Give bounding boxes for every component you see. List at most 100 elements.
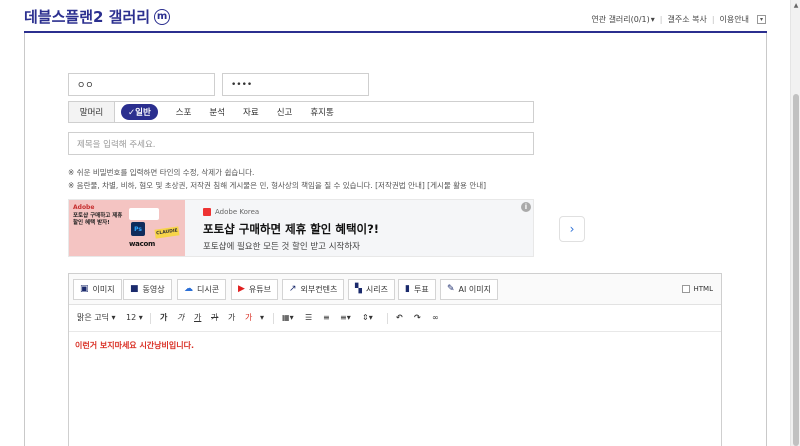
- insert-youtube-button[interactable]: ▶ 유튜브: [231, 279, 279, 300]
- post-title-input[interactable]: 제목을 입력해 주세요.: [68, 132, 534, 155]
- minor-gallery-badge-icon: m: [154, 8, 171, 25]
- gallery-title[interactable]: 데블스플랜2 갤러리 m: [24, 6, 171, 27]
- ad-sponsor-name: Adobe Korea: [215, 208, 260, 216]
- ad-image-badge: CLAUDIE: [154, 226, 180, 239]
- font-size-value: 12: [126, 313, 137, 322]
- ai-image-icon: ✎: [447, 284, 455, 294]
- nickname-input[interactable]: ㅇㅇ: [68, 73, 215, 96]
- html-mode-toggle[interactable]: HTML: [681, 285, 713, 293]
- image-icon: ▣: [80, 284, 89, 294]
- insert-dccon-label: 디시콘: [197, 285, 220, 294]
- align-icon[interactable]: ≡▾: [340, 313, 351, 323]
- ad-sponsor: Adobe Korea: [203, 208, 259, 216]
- ad-image-product: wacom: [129, 240, 155, 248]
- ad-image-headline: 포토샵 구매하고 제휴 할인 혜택 받자!: [73, 213, 123, 226]
- adobe-logo-icon: [203, 208, 211, 216]
- ad-cta-arrow-icon[interactable]: ›: [559, 216, 585, 242]
- ad-image-brand: Adobe: [73, 204, 95, 211]
- scroll-thumb[interactable]: [793, 94, 799, 446]
- category-tab-analysis[interactable]: 분석: [209, 106, 225, 118]
- category-tab-general[interactable]: ✓일반: [121, 104, 158, 120]
- ad-image-card: [129, 208, 159, 220]
- editor-attach-toolbar: ▣ 이미지 ■ 동영상 ☁ 디시콘 ▶ 유튜브 ↗ 외부컨텐츠 ▚ 시리즈 ▮ …: [69, 274, 721, 305]
- post-category-selector: 말머리 ✓일반 스포 분석 자료 신고 휴지통: [68, 101, 534, 123]
- menu-toggle-icon[interactable]: ▾: [757, 15, 766, 24]
- password-input[interactable]: ••••: [222, 73, 369, 96]
- guide-link[interactable]: 이용안내: [720, 14, 749, 25]
- toolbar-divider: [273, 313, 274, 324]
- category-tab-spoiler[interactable]: 스포: [176, 106, 192, 118]
- youtube-icon: ▶: [238, 284, 245, 294]
- font-family-select[interactable]: 맑은 고딕 ▾: [77, 313, 116, 323]
- font-family-value: 맑은 고딕: [77, 313, 109, 322]
- related-gallery-arrow-icon[interactable]: ▾: [651, 15, 655, 24]
- category-tab-report[interactable]: 신고: [277, 106, 293, 118]
- insert-dccon-button[interactable]: ☁ 디시콘: [177, 279, 227, 300]
- ad-banner[interactable]: Adobe 포토샵 구매하고 제휴 할인 혜택 받자! Ps CLAUDIE w…: [68, 199, 585, 257]
- page-scrollbar[interactable]: ▲: [790, 0, 800, 446]
- ad-subtitle: 포토샵에 필요한 모든 것 할인 받고 시작하자: [203, 242, 360, 252]
- toolbar-divider: [387, 313, 388, 324]
- underline-button[interactable]: 가: [194, 313, 201, 323]
- font-size-select[interactable]: 12 ▾: [126, 313, 143, 323]
- html-checkbox[interactable]: [681, 285, 690, 293]
- insert-poll-label: 투표: [413, 285, 429, 294]
- video-icon: ■: [130, 284, 139, 294]
- external-link-icon: ↗: [289, 284, 297, 294]
- editor-content[interactable]: 이런거 보지마세요 시간낭비입니다.: [75, 340, 194, 351]
- ad-title[interactable]: 포토샵 구매하면 제휴 할인 혜택이?!: [203, 221, 379, 237]
- insert-ai-image-label: AI 이미지: [458, 285, 492, 294]
- insert-poll-button[interactable]: ▮ 투표: [398, 279, 436, 300]
- related-gallery-link[interactable]: 연관 갤러리(0/1): [591, 14, 649, 25]
- editor-format-toolbar: 맑은 고딕 ▾ 12 ▾ 가 가 가 가 가 가 ▾ ▦▾ ☰ ≡ ≡▾ ⇕▾ …: [69, 305, 721, 332]
- bold-button[interactable]: 가: [160, 313, 167, 323]
- top-links: 연관 갤러리(0/1) ▾ | 갤주소 복사 | 이용안내 ▾: [591, 14, 766, 25]
- redo-icon[interactable]: ↷: [414, 313, 421, 323]
- post-title-placeholder: 제목을 입력해 주세요.: [77, 139, 156, 150]
- insert-ai-image-button[interactable]: ✎ AI 이미지: [440, 279, 499, 300]
- link-icon[interactable]: ∞: [432, 313, 439, 323]
- scroll-up-icon[interactable]: ▲: [792, 2, 800, 10]
- category-label: 말머리: [69, 102, 115, 122]
- strikethrough-button[interactable]: 가: [211, 313, 218, 323]
- line-height-icon[interactable]: ⇕▾: [362, 313, 373, 323]
- font-color-button[interactable]: 가: [245, 313, 252, 323]
- insert-external-content-label: 외부컨텐츠: [300, 285, 338, 294]
- category-tab-material[interactable]: 자료: [243, 106, 259, 118]
- font-color-chevron-down-icon[interactable]: ▾: [260, 313, 264, 323]
- insert-external-content-button[interactable]: ↗ 외부컨텐츠: [282, 279, 345, 300]
- post-editor: ▣ 이미지 ■ 동영상 ☁ 디시콘 ▶ 유튜브 ↗ 외부컨텐츠 ▚ 시리즈 ▮ …: [68, 273, 722, 446]
- category-tab-trash[interactable]: 휴지통: [310, 106, 333, 118]
- ad-image[interactable]: Adobe 포토샵 구매하고 제휴 할인 혜택 받자! Ps CLAUDIE w…: [69, 200, 185, 256]
- poll-icon: ▮: [405, 284, 410, 294]
- photoshop-logo-icon: Ps: [131, 222, 145, 236]
- separator: |: [711, 15, 715, 24]
- ad-info-icon[interactable]: i: [521, 202, 531, 212]
- table-grid-icon[interactable]: ▦▾: [282, 313, 294, 323]
- dccon-icon: ☁: [184, 284, 193, 294]
- bullet-list-icon[interactable]: ☰: [305, 313, 312, 323]
- insert-image-button[interactable]: ▣ 이미지: [73, 279, 122, 300]
- italic-button[interactable]: 가: [177, 313, 184, 323]
- insert-series-button[interactable]: ▚ 시리즈: [348, 279, 396, 300]
- copy-gallery-url-link[interactable]: 갤주소 복사: [668, 14, 707, 25]
- password-notice: ※ 쉬운 비밀번호를 입력하면 타인의 수정, 삭제가 쉽습니다.: [68, 168, 255, 177]
- html-label: HTML: [693, 285, 713, 293]
- highlight-button[interactable]: 가: [228, 313, 235, 323]
- insert-youtube-label: 유튜브: [248, 285, 272, 294]
- top-header: 데블스플랜2 갤러리 m 연관 갤러리(0/1) ▾ | 갤주소 복사 | 이용…: [0, 0, 790, 32]
- legal-notice: ※ 음란물, 차별, 비하, 혐오 및 초상권, 저작권 침해 게시물은 민, …: [68, 181, 487, 190]
- series-icon: ▚: [355, 284, 362, 294]
- password-value: ••••: [231, 79, 253, 90]
- separator: |: [659, 15, 663, 24]
- nickname-value: ㅇㅇ: [77, 81, 94, 91]
- insert-image-label: 이미지: [92, 285, 115, 294]
- font-size-chevron-down-icon: ▾: [138, 313, 143, 322]
- gallery-title-text[interactable]: 데블스플랜2 갤러리: [24, 6, 150, 27]
- insert-video-label: 동영상: [142, 285, 165, 294]
- numbered-list-icon[interactable]: ≡: [323, 313, 330, 323]
- insert-series-label: 시리즈: [365, 285, 389, 294]
- font-family-chevron-down-icon: ▾: [111, 313, 116, 322]
- undo-icon[interactable]: ↶: [396, 313, 403, 323]
- insert-video-button[interactable]: ■ 동영상: [123, 279, 172, 300]
